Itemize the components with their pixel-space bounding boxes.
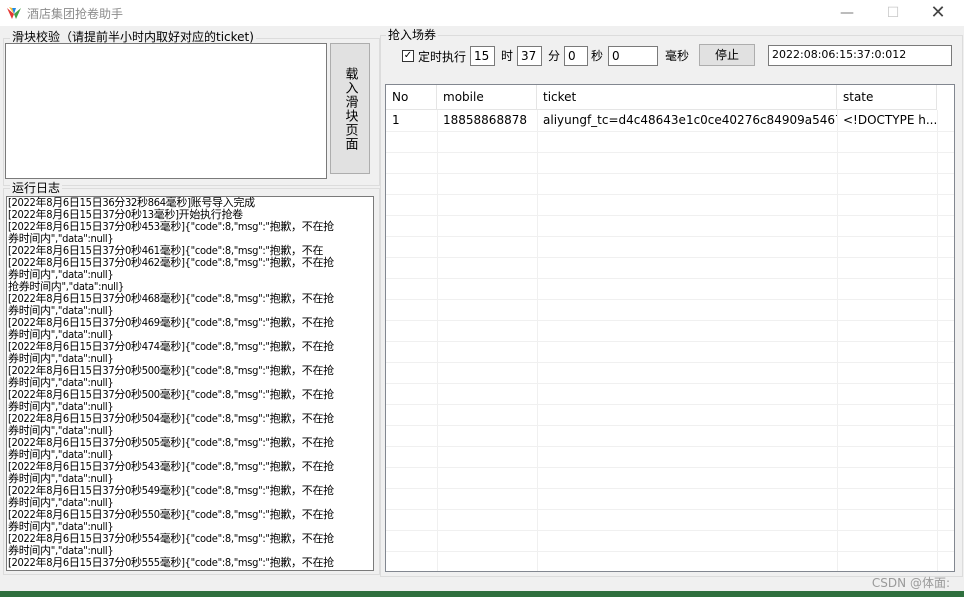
column-header-ticket[interactable]: ticket	[537, 85, 837, 110]
window-title: 酒店集团抢卷助手	[27, 7, 124, 21]
maximize-button[interactable]: ☐	[870, 0, 916, 26]
stop-button[interactable]: 停止	[699, 44, 755, 66]
grid-row-line	[386, 383, 954, 384]
desktop-background-strip	[0, 591, 964, 597]
scheduled-label: 定时执行	[418, 50, 467, 64]
grid-row-line	[386, 530, 954, 531]
grid-row-line	[386, 446, 954, 447]
grid-row-line	[386, 467, 954, 468]
accounts-table: No mobile ticket state 1 18858868878 ali…	[385, 84, 955, 572]
column-header-mobile[interactable]: mobile	[437, 85, 537, 110]
close-button[interactable]: ✕	[915, 0, 961, 26]
run-log-textarea[interactable]: [2022年8月6日15日36分32秒864毫秒]账号导入完成 [2022年8月6…	[6, 196, 374, 571]
grid-row-line	[386, 362, 954, 363]
grid-row-line	[386, 215, 954, 216]
table-header: No mobile ticket state	[386, 85, 954, 110]
grid-row-line	[386, 299, 954, 300]
millisecond-input[interactable]: 0	[608, 46, 658, 66]
column-header-no[interactable]: No	[386, 85, 437, 110]
grid-row-line	[386, 278, 954, 279]
minimize-button[interactable]: —	[824, 0, 870, 26]
second-unit-label: 秒	[591, 49, 604, 63]
minute-unit-label: 分	[548, 49, 561, 63]
table-cell-mobile[interactable]: 18858868878	[437, 110, 537, 131]
grid-row-line	[386, 551, 954, 552]
grid-row-line	[386, 173, 954, 174]
load-slider-page-button[interactable]: 载入滑块页面	[330, 43, 370, 174]
grid-column-line	[837, 110, 838, 571]
column-header-state[interactable]: state	[837, 85, 937, 110]
table-cell-ticket[interactable]: aliyungf_tc=d4c48643e1c0ce40276c84909a54…	[537, 110, 837, 131]
minute-input[interactable]: 37	[517, 46, 542, 66]
grab-groupbox-title: 抢入场券	[386, 28, 439, 42]
table-cell-state[interactable]: <!DOCTYPE h...	[837, 110, 937, 131]
grid-row-line	[386, 152, 954, 153]
log-line: [2022年8月6日15日37分0秒555毫秒]{"code":8,"msg":…	[8, 556, 334, 569]
grid-row-line	[386, 236, 954, 237]
millisecond-unit-label: 毫秒	[665, 49, 690, 63]
grid-row-line	[386, 509, 954, 510]
grid-column-line	[437, 110, 438, 571]
grid-row-line	[386, 194, 954, 195]
clock-display: 2022:08:06:15:37:0:012	[768, 45, 952, 66]
second-input[interactable]: 0	[564, 46, 588, 66]
scheduled-checkbox[interactable]: ✓	[402, 50, 414, 62]
grid-row-line	[386, 341, 954, 342]
hour-unit-label: 时	[501, 49, 514, 63]
grid-row-line	[386, 404, 954, 405]
grid-column-line	[937, 110, 938, 571]
table-cell-no[interactable]: 1	[386, 110, 437, 131]
slider-groupbox-title: 滑块校验（请提前半小时内取好对应的ticket)	[10, 30, 256, 44]
grid-column-line	[537, 110, 538, 571]
grid-row-line	[386, 257, 954, 258]
grid-row-line	[386, 488, 954, 489]
log-groupbox-title: 运行日志	[10, 181, 63, 195]
grid-row-line	[386, 131, 954, 132]
check-icon: ✓	[403, 50, 413, 61]
hour-input[interactable]: 15	[470, 46, 495, 66]
app-logo-icon	[7, 7, 21, 19]
title-bar: 酒店集团抢卷助手 — ☐ ✕	[0, 0, 964, 26]
grid-row-line	[386, 320, 954, 321]
slider-verification-area[interactable]	[5, 43, 327, 179]
grid-row-line	[386, 425, 954, 426]
csdn-watermark: CSDN @体面:	[871, 576, 950, 590]
